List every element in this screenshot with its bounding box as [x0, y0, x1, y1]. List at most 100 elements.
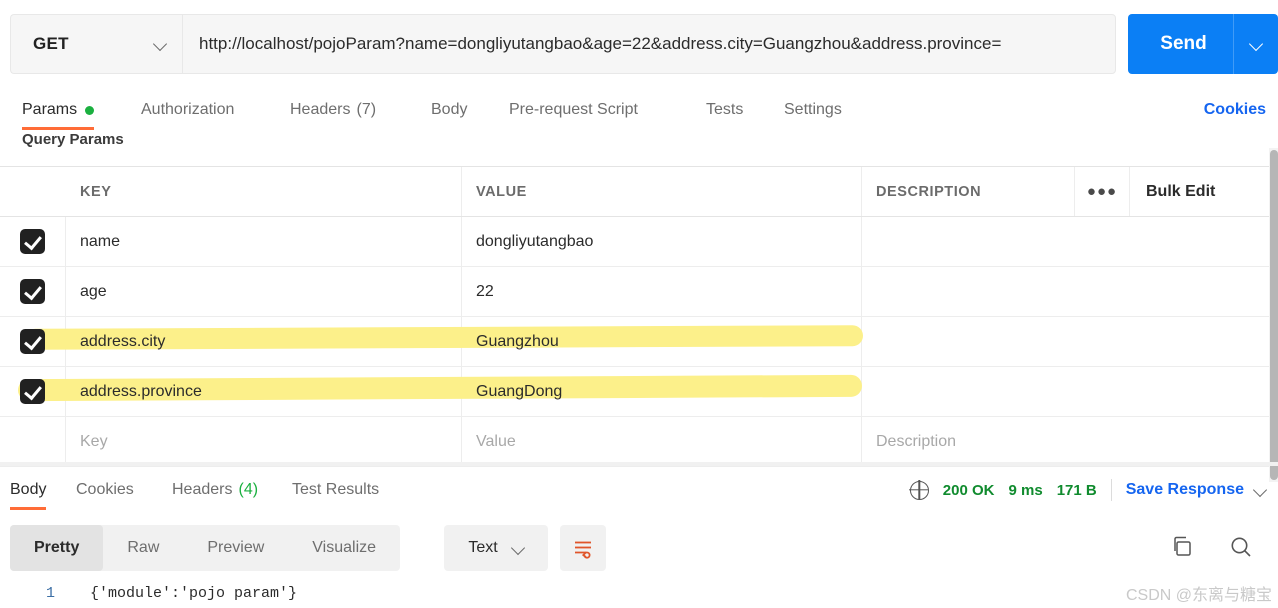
- row-value-cell[interactable]: dongliyutangbao: [462, 217, 862, 266]
- table-row[interactable]: name dongliyutangbao: [0, 217, 1270, 267]
- new-row-key-placeholder: Key: [80, 432, 108, 450]
- url-text: http://localhost/pojoParam?name=dongliyu…: [199, 34, 1002, 53]
- row-description-cell[interactable]: [862, 317, 1270, 366]
- row-value-cell[interactable]: 22: [462, 267, 862, 316]
- response-tab-test-results[interactable]: Test Results: [292, 468, 379, 512]
- chevron-down-icon[interactable]: [1254, 484, 1266, 496]
- header-value-label: VALUE: [476, 183, 527, 200]
- watermark: CSDN @东离与糖宝: [1125, 587, 1272, 604]
- response-tab-test-results-label: Test Results: [292, 481, 380, 498]
- row-key-cell[interactable]: address.province: [66, 367, 462, 416]
- cookies-link[interactable]: Cookies: [1204, 90, 1266, 130]
- view-mode-raw[interactable]: Raw: [103, 525, 183, 571]
- tab-tests[interactable]: Tests: [706, 90, 743, 130]
- response-status-bar: 200 OK 9 ms 171 B Save Response: [909, 468, 1266, 512]
- checkbox-checked-icon[interactable]: [20, 329, 45, 354]
- row-description-cell[interactable]: [862, 217, 1270, 266]
- wrap-lines-button[interactable]: [560, 525, 606, 571]
- tab-headers[interactable]: Headers (7): [290, 90, 376, 130]
- send-button[interactable]: Send: [1128, 14, 1278, 74]
- cookies-link-label: Cookies: [1203, 101, 1266, 118]
- response-view-mode-group: Pretty Raw Preview Visualize: [10, 525, 401, 571]
- response-tab-headers-label: Headers: [172, 481, 233, 498]
- response-tab-headers-count: (4): [238, 481, 259, 498]
- view-mode-visualize[interactable]: Visualize: [288, 525, 400, 571]
- response-body-line: {'module':'pojo param'}: [90, 585, 298, 602]
- tab-body[interactable]: Body: [431, 90, 467, 130]
- row-key-text: name: [80, 232, 121, 250]
- row-value-text: GuangDong: [476, 382, 563, 400]
- query-params-table: KEY VALUE DESCRIPTION ●●● Bulk Edit name…: [0, 166, 1270, 467]
- row-description-cell[interactable]: [862, 367, 1270, 416]
- new-row-description-placeholder: Description: [876, 432, 957, 450]
- new-row-description-input[interactable]: Description: [862, 417, 1270, 466]
- ellipsis-icon: ●●●: [1086, 183, 1118, 200]
- params-scrollbar-thumb[interactable]: [1270, 150, 1278, 480]
- row-value-text: Guangzhou: [476, 332, 559, 350]
- response-size: 171 B: [1056, 481, 1097, 499]
- save-response-button[interactable]: Save Response: [1126, 481, 1244, 499]
- tab-body-label: Body: [431, 101, 468, 118]
- response-tab-body-label: Body: [10, 481, 47, 498]
- tab-authorization-label: Authorization: [141, 101, 235, 118]
- view-mode-pretty[interactable]: Pretty: [10, 525, 104, 571]
- checkbox-checked-icon[interactable]: [20, 229, 45, 254]
- send-dropdown-button[interactable]: [1234, 38, 1278, 50]
- tab-authorization[interactable]: Authorization: [141, 90, 234, 130]
- search-response-button[interactable]: [1228, 534, 1254, 560]
- response-section-divider: [0, 462, 1278, 466]
- header-key-cell: KEY: [66, 167, 462, 216]
- status-divider: [1110, 479, 1112, 501]
- row-value-cell[interactable]: GuangDong: [462, 367, 862, 416]
- header-checkbox-cell: [0, 167, 66, 216]
- bulk-edit-button[interactable]: Bulk Edit: [1130, 167, 1270, 216]
- tab-settings[interactable]: Settings: [784, 90, 842, 130]
- url-input[interactable]: http://localhost/pojoParam?name=dongliyu…: [182, 14, 1116, 74]
- row-checkbox-cell[interactable]: [0, 367, 66, 416]
- response-tab-body[interactable]: Body: [10, 468, 47, 512]
- row-value-cell[interactable]: Guangzhou: [462, 317, 862, 366]
- response-format-selector[interactable]: Text: [444, 525, 548, 571]
- new-row-value-input[interactable]: Value: [462, 417, 862, 466]
- search-icon: [1231, 537, 1251, 557]
- row-checkbox-cell[interactable]: [0, 267, 66, 316]
- http-method-selector[interactable]: GET: [10, 14, 182, 74]
- query-params-title: Query Params: [22, 131, 124, 148]
- table-header-row: KEY VALUE DESCRIPTION ●●● Bulk Edit: [0, 167, 1270, 217]
- row-key-text: address.province: [80, 382, 202, 400]
- copy-button[interactable]: [1170, 534, 1196, 560]
- tab-pre-request-script[interactable]: Pre-request Script: [509, 90, 638, 130]
- new-row-value-placeholder: Value: [476, 432, 516, 450]
- view-mode-preview-label: Preview: [207, 539, 265, 556]
- checkbox-checked-icon[interactable]: [20, 379, 45, 404]
- row-key-cell[interactable]: name: [66, 217, 462, 266]
- table-row[interactable]: age 22: [0, 267, 1270, 317]
- view-mode-preview[interactable]: Preview: [183, 525, 288, 571]
- table-row[interactable]: address.city Guangzhou: [0, 317, 1270, 367]
- row-checkbox-cell[interactable]: [0, 317, 66, 366]
- header-description-cell: DESCRIPTION: [862, 167, 1075, 216]
- row-key-cell[interactable]: age: [66, 267, 462, 316]
- table-options-button[interactable]: ●●●: [1075, 167, 1130, 216]
- row-description-cell[interactable]: [862, 267, 1270, 316]
- row-key-cell[interactable]: address.city: [66, 317, 462, 366]
- tab-params[interactable]: Params: [22, 90, 95, 130]
- chevron-down-icon: [1250, 38, 1262, 50]
- table-row[interactable]: address.province GuangDong: [0, 367, 1270, 417]
- new-row-key-input[interactable]: Key: [66, 417, 462, 466]
- table-new-row[interactable]: Key Value Description: [0, 417, 1270, 467]
- params-active-dot-icon: [85, 105, 95, 115]
- http-method-label: GET: [33, 34, 69, 53]
- row-key-text: age: [80, 282, 107, 300]
- response-tab-headers[interactable]: Headers (4): [172, 468, 258, 512]
- view-mode-raw-label: Raw: [127, 539, 160, 556]
- checkbox-checked-icon[interactable]: [20, 279, 45, 304]
- chevron-down-icon: [154, 38, 166, 50]
- request-tabs: Params Authorization Headers (7) Body Pr…: [0, 90, 1278, 130]
- response-tab-cookies[interactable]: Cookies: [76, 468, 134, 512]
- request-url-bar: GET http://localhost/pojoParam?name=dong…: [0, 0, 1278, 88]
- response-body-viewer[interactable]: 1 {'module':'pojo param'}: [0, 585, 1278, 608]
- response-time: 9 ms: [1008, 481, 1043, 499]
- row-checkbox-cell[interactable]: [0, 217, 66, 266]
- wrap-lines-icon: [575, 541, 591, 559]
